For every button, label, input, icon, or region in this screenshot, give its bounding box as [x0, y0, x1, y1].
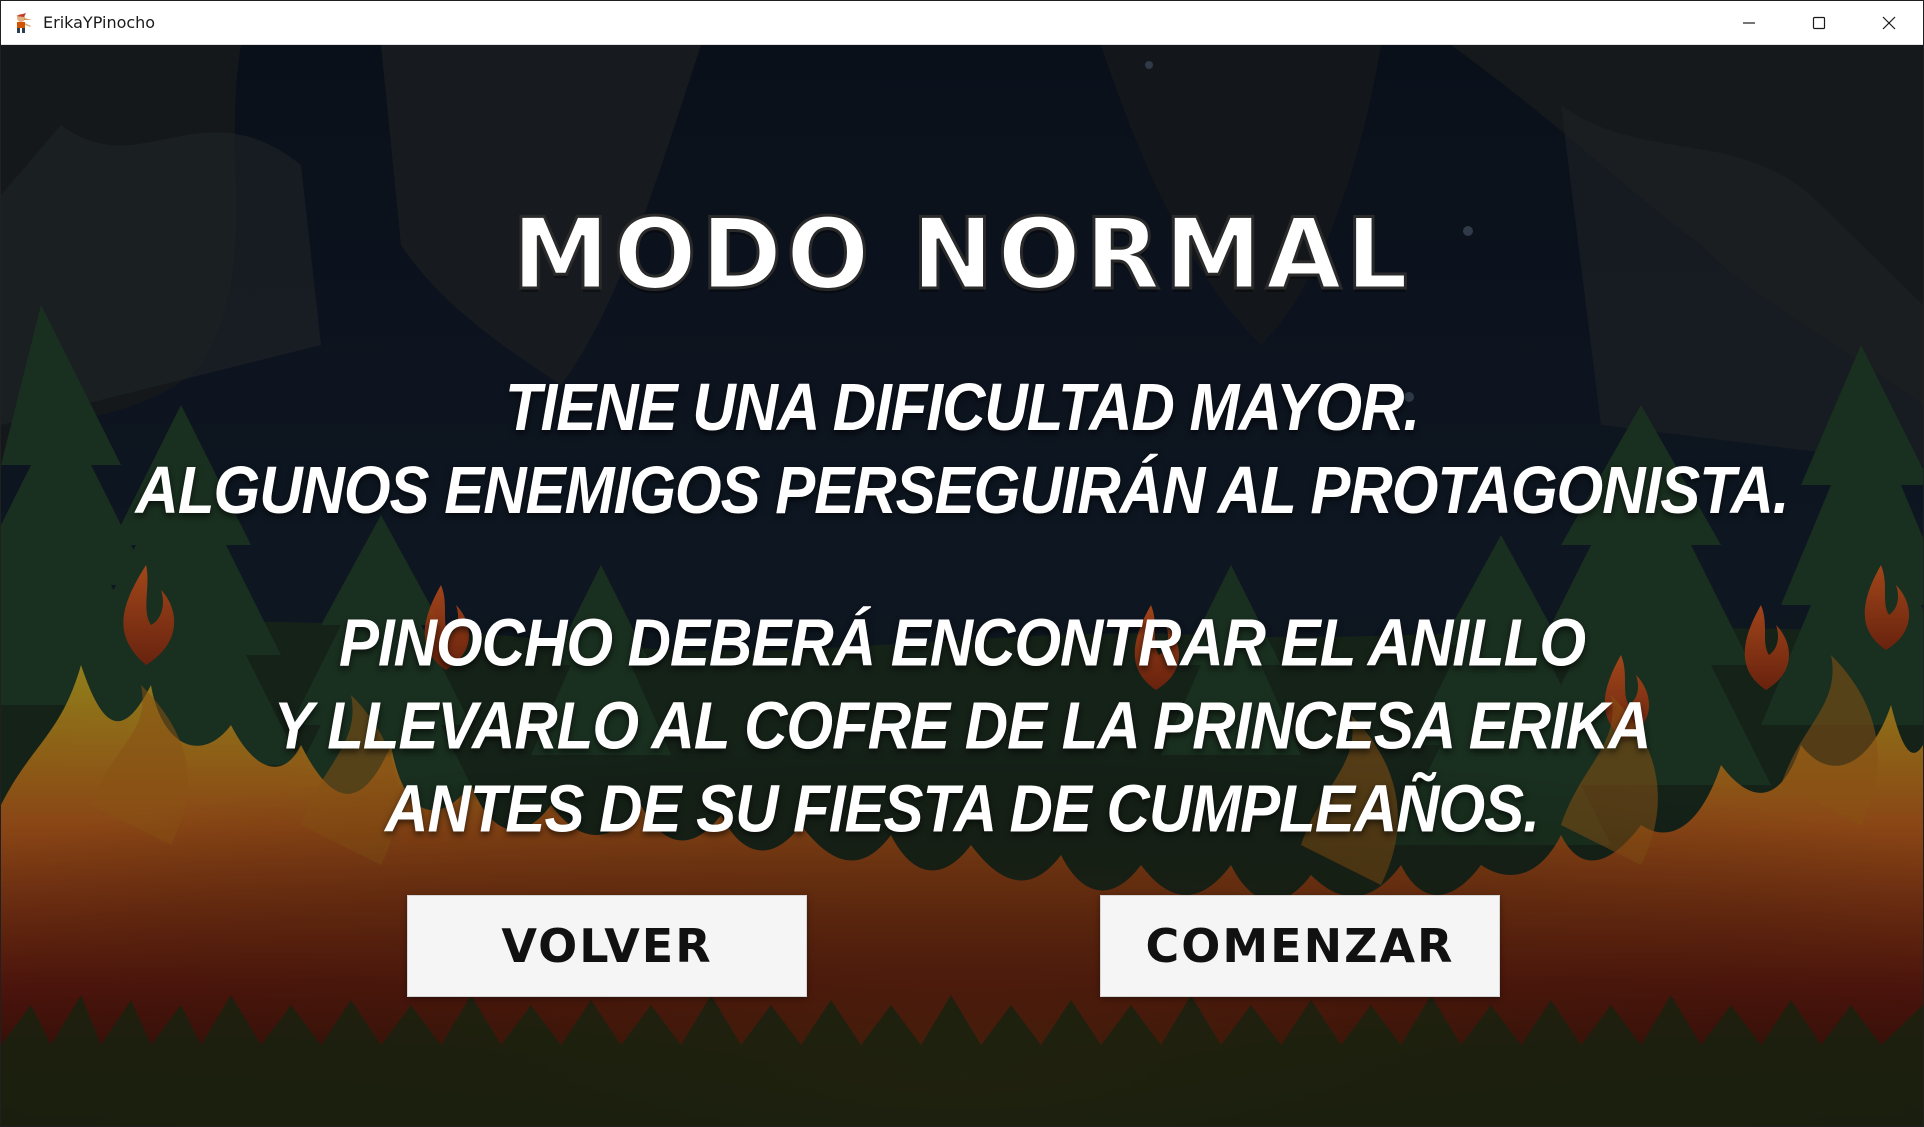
description-objective: PINOCHO DEBERÁ ENCONTRAR EL ANILLO Y LLE…	[1, 602, 1923, 851]
minimize-icon	[1743, 21, 1755, 24]
description-line: TIENE UNA DIFICULTAD MAYOR.	[504, 369, 1420, 445]
description-line: PINOCHO DEBERÁ ENCONTRAR EL ANILLO	[338, 605, 1586, 681]
back-button[interactable]: VOLVER	[407, 895, 807, 997]
minimize-button[interactable]	[1714, 1, 1784, 44]
back-button-label: VOLVER	[501, 919, 713, 973]
game-scene: MODO NORMAL TIENE UNA DIFICULTAD MAYOR. …	[1, 45, 1923, 1126]
description-line: ANTES DE SU FIESTA DE CUMPLEAÑOS.	[385, 770, 1540, 846]
title-bar[interactable]: ErikaYPinocho	[1, 1, 1923, 45]
start-button-label: COMENZAR	[1145, 919, 1455, 973]
maximize-button[interactable]	[1784, 1, 1854, 44]
description-line: ALGUNOS ENEMIGOS PERSEGUIRÁN AL PROTAGON…	[135, 452, 1790, 528]
close-button[interactable]	[1854, 1, 1924, 44]
screen-title: MODO NORMAL	[510, 197, 1413, 314]
close-icon	[1882, 16, 1896, 29]
pinocchio-icon	[16, 13, 32, 33]
description-difficulty: TIENE UNA DIFICULTAD MAYOR. ALGUNOS ENEM…	[1, 366, 1923, 532]
start-button[interactable]: COMENZAR	[1100, 895, 1500, 997]
maximize-icon	[1812, 16, 1826, 29]
game-window: ErikaYPinocho MODO NORMAL TIENE UNA DIFI…	[0, 0, 1924, 1127]
window-title: ErikaYPinocho	[43, 13, 156, 32]
description-line: Y LLEVARLO AL COFRE DE LA PRINCESA ERIKA	[273, 687, 1652, 763]
